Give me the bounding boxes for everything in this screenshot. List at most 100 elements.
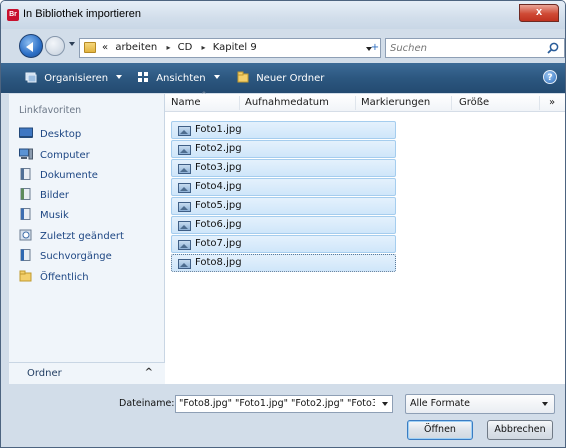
nav-item-documents[interactable]: Dokumente (19, 168, 98, 184)
image-file-icon (178, 202, 191, 212)
search-input[interactable] (390, 41, 540, 55)
new-folder-label: Neuer Ordner (256, 73, 325, 84)
breadcrumb-separator-icon[interactable]: ▸ (202, 43, 206, 52)
image-file-icon (178, 145, 191, 155)
column-tags[interactable]: Markierungen (361, 97, 430, 108)
nav-item-label: Musik (40, 210, 69, 221)
chevron-down-icon (116, 75, 123, 79)
folder-icon (84, 42, 96, 53)
nav-item-public[interactable]: Öffentlich (19, 270, 89, 286)
file-row[interactable]: Foto5.jpg (171, 197, 396, 215)
navigation-pane: Linkfavoriten Desktop Computer Dokumente… (9, 94, 165, 384)
cancel-button[interactable]: Abbrechen (487, 420, 553, 440)
folders-toggle[interactable]: Ordner ^ (9, 362, 165, 384)
import-dialog: Br In Bibliothek importieren x « arbeite… (0, 0, 566, 448)
file-row[interactable]: Foto4.jpg (171, 178, 396, 196)
nav-item-computer[interactable]: Computer (19, 148, 90, 164)
nav-item-label: Öffentlich (40, 272, 89, 283)
file-name: Foto8.jpg (195, 257, 242, 268)
folders-label: Ordner (27, 368, 62, 379)
column-size[interactable]: Größe (459, 97, 489, 108)
close-button[interactable]: x (519, 4, 559, 22)
column-divider[interactable] (355, 96, 356, 110)
file-list: ^ Name Aufnahmedatum Markierungen Größe … (165, 91, 565, 384)
refresh-button[interactable]: + (363, 41, 387, 55)
breadcrumb: « arbeiten ▸ CD ▸ Kapitel 9 (102, 42, 261, 53)
nav-item-label: Bilder (40, 190, 70, 201)
sort-indicator-icon: ^ (201, 91, 207, 99)
file-name: Foto5.jpg (195, 200, 242, 211)
forward-button[interactable] (45, 36, 65, 56)
search-icon[interactable] (546, 41, 560, 55)
breadcrumb-item[interactable]: Kapitel 9 (213, 42, 257, 53)
searches-icon (20, 249, 31, 261)
image-file-icon (178, 164, 191, 174)
chevron-down-icon[interactable] (382, 402, 388, 406)
nav-item-pictures[interactable]: Bilder (19, 188, 69, 204)
title-bar[interactable]: Br In Bibliothek importieren x (1, 1, 565, 29)
file-row[interactable]: Foto2.jpg (171, 140, 396, 158)
nav-item-label: Dokumente (40, 170, 98, 181)
file-type-value: Alle Formate (410, 398, 470, 409)
pictures-icon (20, 188, 31, 200)
desktop-icon (19, 127, 33, 138)
open-button[interactable]: Öffnen (407, 420, 473, 440)
public-folder-icon (19, 270, 32, 282)
breadcrumb-item[interactable]: CD (178, 42, 193, 53)
image-file-icon (178, 221, 191, 231)
image-file-icon (178, 240, 191, 250)
more-columns-button[interactable]: » (549, 97, 555, 108)
nav-item-label: Computer (40, 150, 90, 161)
column-divider[interactable] (451, 96, 452, 110)
dialog-footer: Dateiname: "Foto8.jpg" "Foto1.jpg" "Foto… (1, 385, 565, 447)
file-type-select[interactable]: Alle Formate (405, 394, 555, 414)
organize-menu[interactable]: Organisieren (25, 71, 123, 84)
column-header-row: ^ Name Aufnahmedatum Markierungen Größe … (165, 91, 565, 112)
computer-icon (19, 148, 33, 160)
nav-item-label: Suchvorgänge (40, 251, 112, 262)
breadcrumb-separator-icon[interactable]: ▸ (166, 43, 170, 52)
help-button[interactable]: ? (543, 70, 557, 84)
nav-item-recent[interactable]: Zuletzt geändert (19, 229, 124, 245)
documents-icon (20, 168, 31, 180)
filename-combobox[interactable]: "Foto8.jpg" "Foto1.jpg" "Foto2.jpg" "Fot… (175, 395, 393, 413)
views-menu[interactable]: Ansichten (137, 71, 220, 84)
back-button[interactable] (19, 34, 43, 58)
file-row[interactable]: Foto6.jpg (171, 216, 396, 234)
new-folder-button[interactable]: Neuer Ordner (237, 71, 324, 84)
file-row[interactable]: Foto3.jpg (171, 159, 396, 177)
column-date[interactable]: Aufnahmedatum (245, 97, 329, 108)
new-folder-icon (237, 71, 249, 83)
image-file-icon (178, 259, 191, 269)
file-row[interactable]: Foto8.jpg (171, 254, 396, 272)
nav-item-desktop[interactable]: Desktop (19, 127, 81, 143)
recent-pages-dropdown-icon[interactable] (69, 42, 75, 46)
file-row[interactable]: Foto7.jpg (171, 235, 396, 253)
breadcrumb-overflow[interactable]: « (102, 42, 108, 53)
organize-icon (25, 72, 37, 83)
file-row[interactable]: Foto1.jpg (171, 121, 396, 139)
file-name: Foto2.jpg (195, 143, 242, 154)
image-file-icon (178, 183, 191, 193)
file-name: Foto1.jpg (195, 124, 242, 135)
filename-label: Dateiname: (119, 398, 175, 409)
image-file-icon (178, 126, 191, 136)
search-field[interactable] (385, 38, 565, 58)
window-title: In Bibliothek importieren (23, 8, 142, 20)
favorites-heading: Linkfavoriten (19, 105, 82, 116)
nav-item-searches[interactable]: Suchvorgänge (19, 249, 112, 265)
nav-item-label: Zuletzt geändert (40, 231, 124, 242)
column-divider[interactable] (539, 96, 540, 110)
column-divider[interactable] (239, 96, 240, 110)
breadcrumb-item[interactable]: arbeiten (115, 42, 157, 53)
organize-label: Organisieren (44, 73, 109, 84)
recent-icon (19, 229, 32, 241)
music-icon (20, 208, 31, 220)
chevron-down-icon (542, 402, 548, 406)
views-icon (138, 72, 148, 82)
filename-input[interactable]: "Foto8.jpg" "Foto1.jpg" "Foto2.jpg" "Fot… (179, 398, 375, 409)
nav-item-music[interactable]: Musik (19, 208, 69, 224)
column-name[interactable]: Name (171, 97, 201, 108)
address-bar[interactable]: « arbeiten ▸ CD ▸ Kapitel 9 (79, 38, 381, 58)
nav-item-label: Desktop (40, 129, 82, 140)
